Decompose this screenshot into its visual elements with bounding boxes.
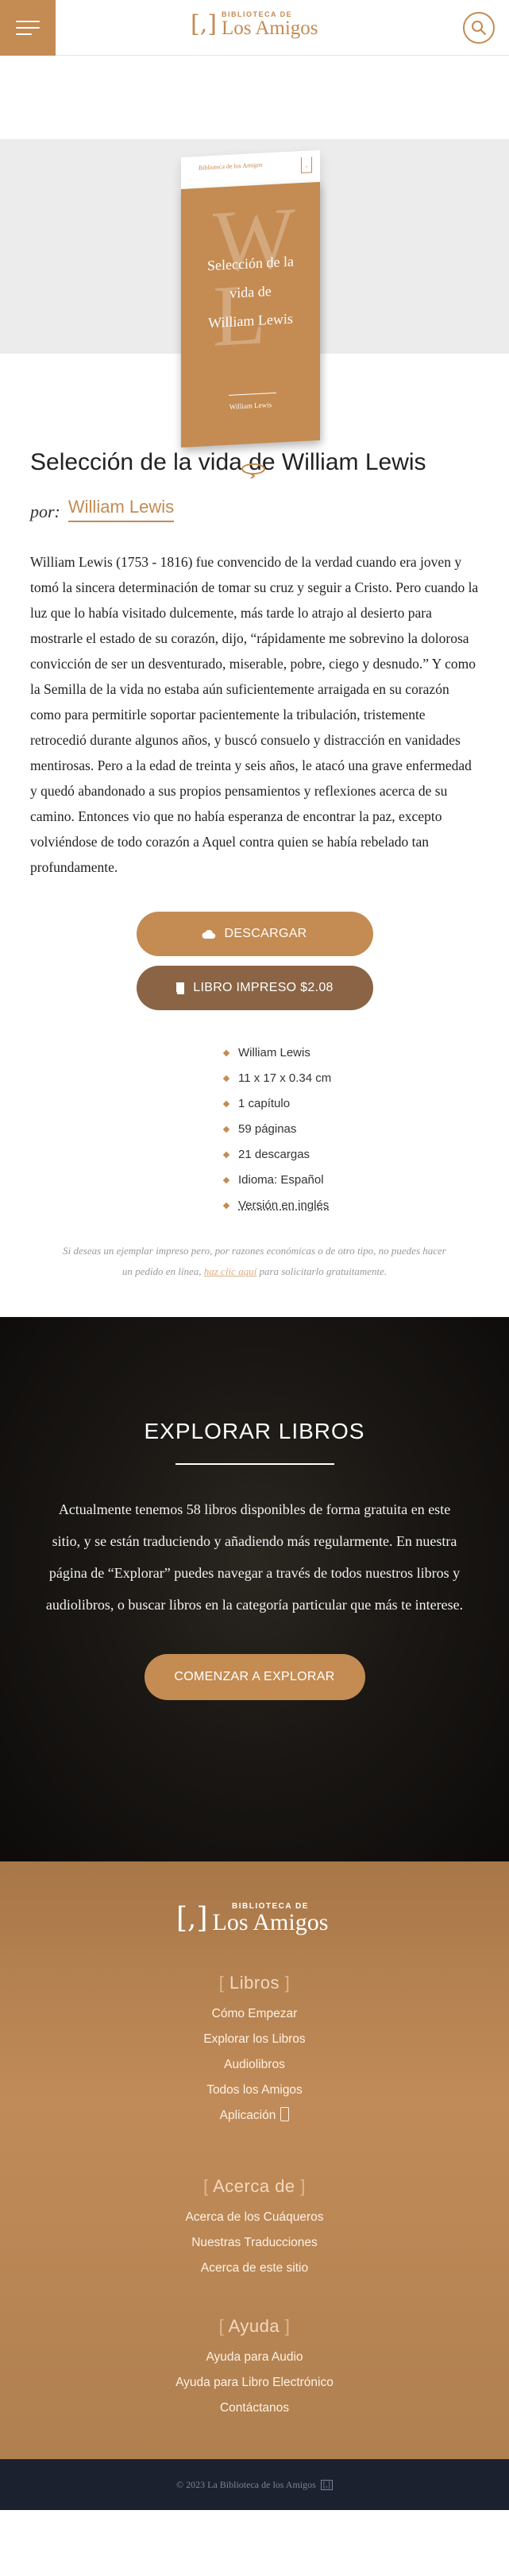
search-button[interactable] (463, 12, 495, 44)
search-icon (472, 21, 487, 36)
info-chapters: 1 capítulo (222, 1091, 479, 1117)
footer-link[interactable]: Nuestras Traducciones (0, 2230, 509, 2256)
footer-section-ayuda: [ Ayuda ] Ayuda para Audio Ayuda para Li… (0, 2316, 509, 2421)
footer-heading: [ Libros ] (218, 1973, 291, 1993)
footer-link-app[interactable]: Aplicación (0, 2103, 509, 2129)
print-request-note: Si deseas un ejemplar impreso pero, por … (63, 1245, 446, 1277)
site-logo[interactable]: [,] BIBLIOTECA DE Los Amigos (191, 10, 318, 39)
rotate-icon[interactable] (240, 463, 267, 478)
footer-link[interactable]: Explorar los Libros (0, 2027, 509, 2052)
footer-section-libros: [ Libros ] Cómo Empezar Explorar los Lib… (0, 1973, 509, 2129)
explore-divider (175, 1463, 334, 1465)
copyright-text: © 2023 La Biblioteca de los Amigos (176, 2478, 316, 2490)
hamburger-menu-icon[interactable] (0, 0, 56, 56)
footer-section-acerca: [ Acerca de ] Acerca de los Cuáqueros Nu… (0, 2176, 509, 2281)
footer-link[interactable]: Audiolibros (0, 2052, 509, 2078)
author-link[interactable]: William Lewis (67, 497, 175, 522)
footer-link[interactable]: Ayuda para Libro Electrónico (0, 2370, 509, 2396)
cover-logo-icon: , (301, 157, 312, 174)
footer-logo-mark: [,] (176, 1902, 208, 1935)
download-button[interactable]: Descargar (136, 912, 373, 956)
byline: por: William Lewis (30, 497, 479, 522)
info-size: 11 x 17 x 0.34 cm (222, 1066, 479, 1091)
footer-logo[interactable]: [,] BIBLIOTECA DE Los Amigos (176, 1903, 328, 1935)
footer-link[interactable]: Contáctanos (0, 2396, 509, 2421)
explore-section: EXPLORAR LIBROS Actualmente tenemos 58 l… (0, 1317, 509, 1861)
explore-text: Actualmente tenemos 58 libros disponible… (45, 1501, 464, 1613)
download-label: Descargar (224, 927, 307, 940)
footer-link[interactable]: Acerca de los Cuáqueros (0, 2205, 509, 2230)
site-footer: [,] BIBLIOTECA DE Los Amigos [ Libros ] … (0, 1861, 509, 2459)
info-author: William Lewis (222, 1040, 479, 1066)
phone-icon (280, 2107, 290, 2121)
book-cover-area: Biblioteca de los Amigos , W L Selección… (0, 56, 509, 478)
english-version-link[interactable]: Versión en inglés (222, 1193, 479, 1218)
copyright-bar: © 2023 La Biblioteca de los Amigos [,] (0, 2459, 509, 2510)
footer-link[interactable]: Cómo Empezar (0, 2001, 509, 2027)
book-icon (176, 982, 185, 994)
footer-link[interactable]: Acerca de este sitio (0, 2256, 509, 2281)
footer-heading: [ Acerca de ] (203, 2176, 306, 2196)
start-explore-button[interactable]: Comenzar a Explorar (144, 1654, 365, 1700)
by-label: por: (30, 502, 60, 521)
cloud-icon (202, 929, 216, 939)
print-book-button[interactable]: Libro Impreso $2.08 (136, 966, 373, 1010)
explore-title: EXPLORAR LIBROS (144, 1419, 365, 1443)
book-details: Selección de la vida de William Lewis po… (0, 449, 509, 1282)
request-free-link[interactable]: haz clic aquí (204, 1265, 256, 1277)
footer-heading: [ Ayuda ] (218, 2316, 291, 2336)
logo-big-text: Los Amigos (221, 17, 318, 39)
book-cover: Biblioteca de los Amigos , W L Selección… (181, 149, 320, 447)
book-description: William Lewis (1753 - 1816) fue convenci… (30, 554, 479, 875)
info-language: Idioma: Español (222, 1168, 479, 1193)
cover-rule (229, 392, 276, 396)
footer-link[interactable]: Ayuda para Audio (0, 2345, 509, 2370)
book-front: W L Selección de la vida de William Lewi… (181, 181, 320, 447)
info-downloads: 21 descargas (222, 1142, 479, 1168)
site-header: [,] BIBLIOTECA DE Los Amigos (0, 0, 509, 56)
footer-link[interactable]: Todos los Amigos (0, 2078, 509, 2103)
print-label: Libro Impreso $2.08 (193, 981, 334, 994)
cover-author: William Lewis (229, 401, 272, 411)
copyright-logo-mark: [,] (320, 2479, 333, 2490)
cover-title: Selección de la vida de William Lewis (207, 253, 294, 331)
cover-top-label: Biblioteca de los Amigos (199, 161, 263, 172)
logo-mark: [,] (191, 10, 217, 38)
book-info-list: William Lewis 11 x 17 x 0.34 cm 1 capítu… (222, 1040, 479, 1218)
info-pages: 59 páginas (222, 1117, 479, 1142)
